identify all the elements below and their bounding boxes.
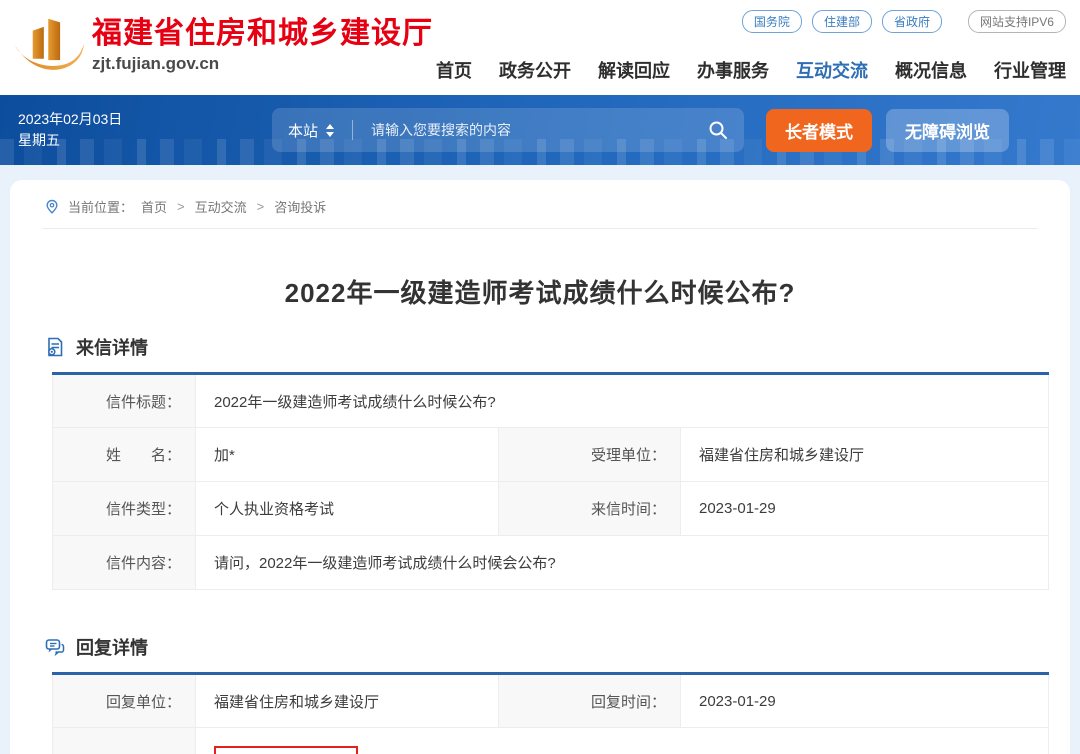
letter-content-value: 请问，2022年一级建造师考试成绩什么时候会公布? bbox=[196, 536, 1049, 590]
search-box: 本站 bbox=[272, 108, 744, 152]
site-header: 福建省住房和城乡建设厅 zjt.fujian.gov.cn 国务院 住建部 省政… bbox=[0, 0, 1080, 95]
nav-overview[interactable]: 概况信息 bbox=[895, 57, 967, 83]
breadcrumb-consult[interactable]: 咨询投诉 bbox=[274, 197, 326, 216]
site-name: 福建省住房和城乡建设厅 bbox=[92, 17, 433, 51]
nav-interaction[interactable]: 互动交流 bbox=[796, 57, 868, 83]
link-state-council[interactable]: 国务院 bbox=[742, 10, 802, 33]
current-date: 2023年02月03日 bbox=[18, 109, 168, 130]
reply-content-value: 预计2023年2月底，具体以中国人事考试网通知为准，届时登录中国人事考试网“成绩… bbox=[196, 728, 1049, 754]
nav-gov-affairs[interactable]: 政务公开 bbox=[499, 57, 571, 83]
elder-mode-button[interactable]: 长者模式 bbox=[766, 109, 872, 152]
reply-section-header: 回复详情 bbox=[44, 634, 1070, 660]
breadcrumb: 当前位置： 首页 > 互动交流 > 咨询投诉 bbox=[10, 180, 1070, 228]
highlight-annotation-box: 预计2023年2月底， bbox=[214, 746, 358, 754]
letter-section-header: 来信详情 bbox=[44, 334, 1070, 360]
letter-title-label: 信件标题： bbox=[53, 374, 196, 428]
table-row: 信件内容： 请问，2022年一级建造师考试成绩什么时候会公布? bbox=[53, 536, 1049, 590]
nav-home[interactable]: 首页 bbox=[436, 57, 472, 83]
letter-content-label: 信件内容： bbox=[53, 536, 196, 590]
chat-icon bbox=[44, 636, 66, 658]
page-title: 2022年一级建造师考试成绩什么时候公布? bbox=[10, 273, 1070, 310]
reply-unit-value: 福建省住房和城乡建设厅 bbox=[196, 674, 499, 728]
letter-type-label: 信件类型： bbox=[53, 482, 196, 536]
banner-bar: 2023年02月03日 星期五 本站 长者模式 无障碍浏览 bbox=[0, 95, 1080, 165]
search-divider bbox=[352, 120, 353, 140]
document-icon bbox=[44, 336, 66, 358]
breadcrumb-separator: > bbox=[177, 199, 185, 214]
reply-detail-table: 回复单位： 福建省住房和城乡建设厅 回复时间： 2023-01-29 回复内容：… bbox=[52, 672, 1049, 754]
letter-type-value: 个人执业资格考试 bbox=[196, 482, 499, 536]
date-block: 2023年02月03日 星期五 bbox=[18, 109, 168, 151]
main-navigation: 首页 政务公开 解读回应 办事服务 互动交流 概况信息 行业管理 bbox=[436, 57, 1066, 83]
table-row: 回复单位： 福建省住房和城乡建设厅 回复时间： 2023-01-29 bbox=[53, 674, 1049, 728]
quick-links-row: 国务院 住建部 省政府 网站支持IPV6 bbox=[742, 10, 1066, 33]
reply-content-label: 回复内容： bbox=[53, 728, 196, 754]
building-logo-icon bbox=[12, 8, 86, 82]
letter-time-label: 来信时间： bbox=[499, 482, 681, 536]
breadcrumb-divider bbox=[42, 228, 1038, 229]
search-icon bbox=[708, 120, 728, 140]
breadcrumb-interaction[interactable]: 互动交流 bbox=[195, 197, 247, 216]
letter-name-value: 加* bbox=[196, 428, 499, 482]
breadcrumb-home[interactable]: 首页 bbox=[141, 197, 167, 216]
search-button[interactable] bbox=[708, 120, 728, 140]
link-provincial-gov[interactable]: 省政府 bbox=[882, 10, 942, 33]
search-input[interactable] bbox=[371, 122, 708, 138]
letter-time-value: 2023-01-29 bbox=[681, 482, 1049, 536]
location-pin-icon bbox=[44, 199, 60, 215]
table-row: 姓 名： 加* 受理单位： 福建省住房和城乡建设厅 bbox=[53, 428, 1049, 482]
accessibility-button[interactable]: 无障碍浏览 bbox=[886, 109, 1009, 152]
current-weekday: 星期五 bbox=[18, 130, 168, 151]
breadcrumb-prefix: 当前位置： bbox=[68, 197, 133, 216]
letter-section-title: 来信详情 bbox=[76, 334, 148, 360]
reply-time-value: 2023-01-29 bbox=[681, 674, 1049, 728]
search-scope-select[interactable]: 本站 bbox=[288, 120, 334, 141]
letter-name-label: 姓 名： bbox=[53, 428, 196, 482]
reply-unit-label: 回复单位： bbox=[53, 674, 196, 728]
search-scope-value: 本站 bbox=[288, 120, 318, 141]
table-row: 信件标题： 2022年一级建造师考试成绩什么时候公布? bbox=[53, 374, 1049, 428]
nav-industry[interactable]: 行业管理 bbox=[994, 57, 1066, 83]
nav-services[interactable]: 办事服务 bbox=[697, 57, 769, 83]
breadcrumb-separator: > bbox=[257, 199, 265, 214]
letter-unit-value: 福建省住房和城乡建设厅 bbox=[681, 428, 1049, 482]
letter-unit-label: 受理单位： bbox=[499, 428, 681, 482]
letter-title-value: 2022年一级建造师考试成绩什么时候公布? bbox=[196, 374, 1049, 428]
reply-section-title: 回复详情 bbox=[76, 634, 148, 660]
site-logo-link[interactable]: 福建省住房和城乡建设厅 zjt.fujian.gov.cn bbox=[12, 8, 433, 82]
nav-interpretation[interactable]: 解读回应 bbox=[598, 57, 670, 83]
content-card: 当前位置： 首页 > 互动交流 > 咨询投诉 2022年一级建造师考试成绩什么时… bbox=[10, 180, 1070, 754]
reply-time-label: 回复时间： bbox=[499, 674, 681, 728]
table-row: 回复内容： 预计2023年2月底，具体以中国人事考试网通知为准，届时登录中国人事… bbox=[53, 728, 1049, 754]
ipv6-badge: 网站支持IPV6 bbox=[968, 10, 1066, 33]
link-mohurd[interactable]: 住建部 bbox=[812, 10, 872, 33]
site-url: zjt.fujian.gov.cn bbox=[92, 54, 433, 74]
select-arrows-icon bbox=[326, 124, 334, 137]
table-row: 信件类型： 个人执业资格考试 来信时间： 2023-01-29 bbox=[53, 482, 1049, 536]
letter-detail-table: 信件标题： 2022年一级建造师考试成绩什么时候公布? 姓 名： 加* 受理单位… bbox=[52, 372, 1049, 590]
